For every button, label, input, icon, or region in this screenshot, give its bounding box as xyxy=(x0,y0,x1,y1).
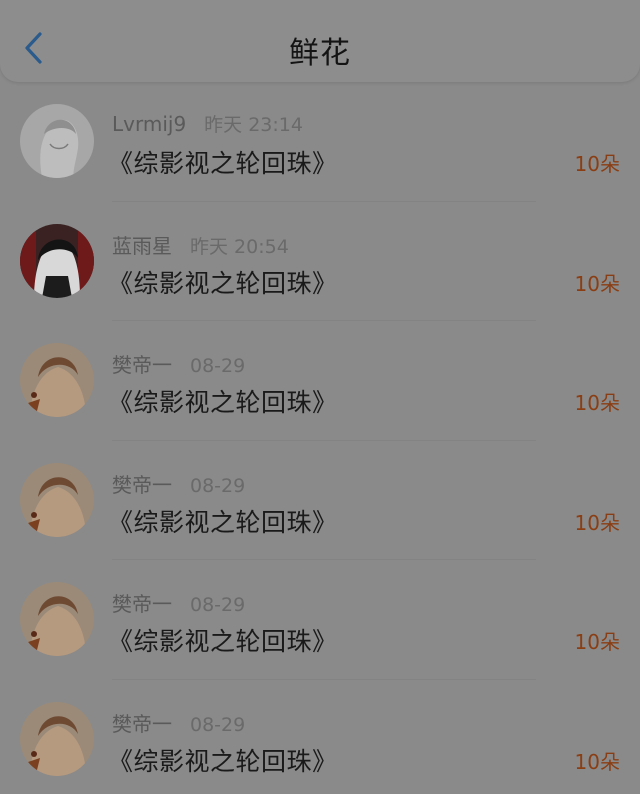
username: Lvrmij9 xyxy=(112,112,187,136)
username: 樊帝一 xyxy=(112,353,172,377)
timestamp: 昨天 23:14 xyxy=(204,114,303,136)
flower-list: Lvrmij9 昨天 23:14 《综影视之轮回珠》 10朵 蓝雨星 昨天 20… xyxy=(0,82,640,794)
avatar[interactable] xyxy=(20,462,94,537)
item-meta: 蓝雨星 昨天 20:54 xyxy=(112,230,289,258)
list-item[interactable]: Lvrmij9 昨天 23:14 《综影视之轮回珠》 10朵 xyxy=(0,82,640,202)
item-meta: 樊帝一 08-29 xyxy=(112,708,245,736)
list-item[interactable]: 蓝雨星 昨天 20:54 《综影视之轮回珠》 10朵 xyxy=(0,202,640,322)
flower-count: 10朵 xyxy=(574,749,620,774)
list-item[interactable]: 樊帝一 08-29 《综影视之轮回珠》 10朵 xyxy=(0,321,640,441)
flower-count: 10朵 xyxy=(574,510,620,535)
item-meta: 樊帝一 08-29 xyxy=(112,349,245,377)
page-title: 鲜花 xyxy=(289,36,351,71)
book-title: 《综影视之轮回珠》 xyxy=(108,746,338,776)
username: 樊帝一 xyxy=(112,472,172,497)
book-title: 《综影视之轮回珠》 xyxy=(108,507,338,537)
item-meta: Lvrmij9 昨天 23:14 xyxy=(112,110,303,138)
book-title: 《综影视之轮回珠》 xyxy=(108,627,338,656)
list-item[interactable]: 樊帝一 08-29 《综影视之轮回珠》 10朵 xyxy=(0,560,640,680)
book-title: 《综影视之轮回珠》 xyxy=(108,388,338,417)
avatar[interactable] xyxy=(20,104,94,178)
item-meta: 樊帝一 08-29 xyxy=(112,588,245,616)
flower-count: 10朵 xyxy=(574,271,620,296)
avatar[interactable] xyxy=(20,582,94,656)
top-bar: 鲜花 xyxy=(0,0,640,82)
username: 蓝雨星 xyxy=(112,233,172,258)
flower-count: 10朵 xyxy=(574,630,620,654)
list-item[interactable]: 樊帝一 08-29 《综影视之轮回珠》 10朵 xyxy=(0,680,640,794)
flower-count: 10朵 xyxy=(574,152,620,176)
username: 樊帝一 xyxy=(112,592,172,616)
book-title: 《综影视之轮回珠》 xyxy=(108,149,338,178)
avatar[interactable] xyxy=(20,343,94,417)
avatar[interactable] xyxy=(20,701,94,776)
timestamp: 08-29 xyxy=(190,355,246,377)
book-title: 《综影视之轮回珠》 xyxy=(108,268,338,298)
list-item[interactable]: 樊帝一 08-29 《综影视之轮回珠》 10朵 xyxy=(0,441,640,561)
timestamp: 昨天 20:54 xyxy=(190,235,289,258)
flower-count: 10朵 xyxy=(574,391,620,415)
item-meta: 樊帝一 08-29 xyxy=(112,469,245,497)
timestamp: 08-29 xyxy=(190,713,246,736)
username: 樊帝一 xyxy=(112,711,172,736)
timestamp: 08-29 xyxy=(190,594,246,616)
timestamp: 08-29 xyxy=(190,474,246,497)
avatar[interactable] xyxy=(20,223,94,298)
